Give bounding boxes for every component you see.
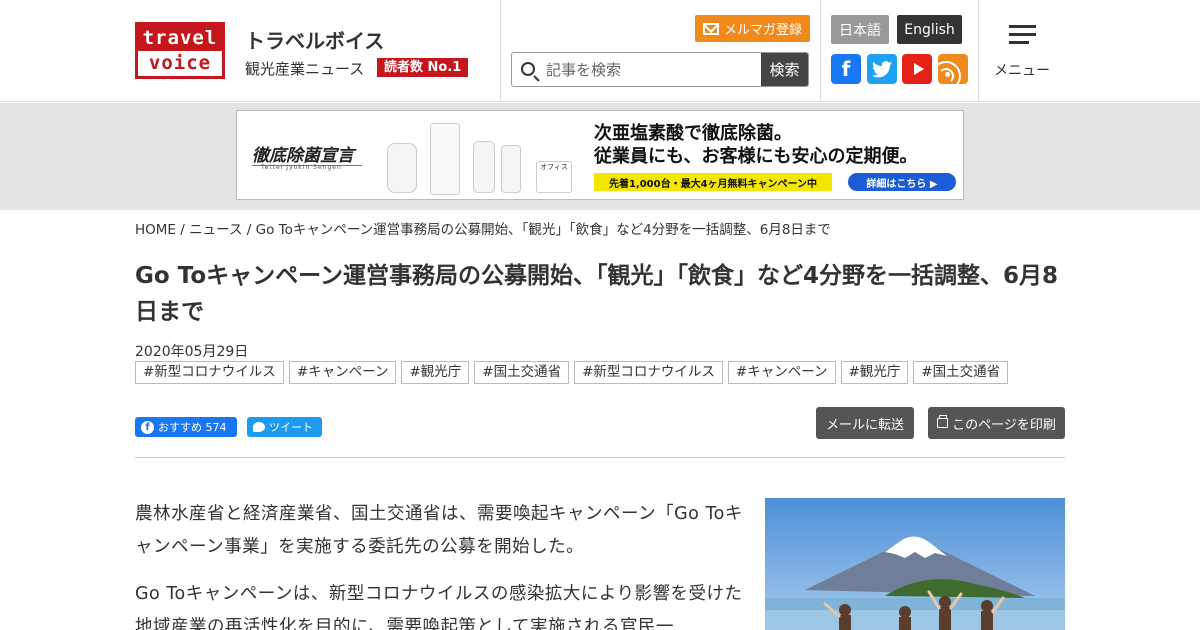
mount-fuji-photo: [765, 498, 1065, 630]
logo-bottom-text: voice: [148, 52, 212, 74]
tag[interactable]: #新型コロナウイルス: [135, 361, 284, 384]
facebook-recommend-button[interactable]: f おすすめ 574: [135, 417, 237, 437]
print-page-button[interactable]: このページを印刷: [928, 407, 1065, 439]
product-humidifier: [387, 143, 417, 193]
lang-japanese-button[interactable]: 日本語: [831, 15, 889, 44]
printer-icon: [937, 415, 949, 428]
breadcrumb-current: Go Toキャンペーン運営事務局の公募開始、「観光」「飲食」など4分野を一括調整…: [255, 222, 831, 238]
ad-area: 徹底除菌宣言 Tettei Jyokin Sengen オフィス 次亜塩素酸で徹…: [0, 103, 1200, 210]
breadcrumb: HOME / ニュース / Go Toキャンペーン運営事務局の公募開始、「観光」…: [135, 218, 831, 238]
breadcrumb-separator: /: [246, 222, 252, 238]
article-title: Go Toキャンペーン運営事務局の公募開始、「観光」「飲食」など4分野を一括調整…: [135, 263, 1058, 325]
ad-brand: 徹底除菌宣言: [252, 146, 354, 166]
tag[interactable]: #新型コロナウイルス: [574, 361, 723, 384]
site-header: travel voice トラベルボイス 観光産業ニュース 読者数 No.1 メ…: [0, 0, 1200, 102]
facebook-recommend-label: おすすめ 574: [158, 421, 227, 434]
print-label: このページを印刷: [952, 417, 1056, 433]
tag-list: #新型コロナウイルス #キャンペーン #観光庁 #国土交通省 #新型コロナウイル…: [135, 361, 1009, 384]
tag[interactable]: #観光庁: [840, 361, 909, 384]
rss-icon[interactable]: [931, 54, 968, 91]
breadcrumb-home[interactable]: HOME: [135, 222, 176, 238]
header-divider: [820, 0, 821, 102]
article-photo: [765, 498, 1065, 630]
search-input[interactable]: [546, 53, 761, 86]
tag[interactable]: #国土交通省: [474, 361, 570, 384]
ad-banner[interactable]: 徹底除菌宣言 Tettei Jyokin Sengen オフィス 次亜塩素酸で徹…: [236, 110, 964, 200]
site-logo[interactable]: travel voice: [135, 22, 225, 79]
ad-campaign-label: 先着1,000台・最大4ヶ月無料キャンペーン中: [594, 173, 832, 191]
section-divider: [135, 457, 1065, 458]
tweet-label: ツイート: [269, 421, 313, 434]
newsletter-button[interactable]: メルマガ登録: [695, 15, 810, 42]
logo-top-text: travel: [138, 25, 222, 51]
tag[interactable]: #国土交通省: [913, 361, 1009, 384]
ad-brand-sub: Tettei Jyokin Sengen: [261, 164, 342, 171]
product-pouch: [473, 141, 495, 193]
tweet-button[interactable]: ツイート: [247, 417, 322, 437]
facebook-icon[interactable]: f: [831, 54, 861, 84]
product-box: オフィス: [536, 161, 572, 193]
readers-badge: 読者数 No.1: [377, 58, 469, 77]
ad-headline-2: 従業員にも、お客様にも安心の定期便。: [594, 146, 918, 167]
twitter-icon: [253, 422, 265, 432]
tag[interactable]: #キャンペーン: [727, 361, 836, 384]
header-divider: [500, 0, 501, 102]
twitter-icon[interactable]: [867, 54, 897, 84]
product-bottle: [501, 145, 521, 193]
product-dispenser: [430, 123, 460, 195]
rss-symbol: [931, 61, 961, 91]
article-body: 農林水産省と経済産業省、国土交通省は、需要喚起キャンペーン「Go Toキャンペー…: [135, 498, 747, 630]
menu-label[interactable]: メニュー: [994, 60, 1050, 80]
article-paragraph: Go Toキャンペーンは、新型コロナウイルスの感染拡大により影響を受けた地域産業…: [135, 584, 743, 630]
tag[interactable]: #観光庁: [401, 361, 470, 384]
newsletter-label: メルマガ登録: [723, 23, 802, 38]
search-icon: [521, 62, 535, 76]
lang-english-button[interactable]: English: [897, 15, 962, 44]
twitter-bird-icon: [872, 60, 892, 77]
breadcrumb-news[interactable]: ニュース: [189, 222, 242, 238]
header-divider: [978, 0, 979, 102]
site-name[interactable]: トラベルボイス: [245, 25, 384, 54]
site-tagline: 観光産業ニュース: [245, 60, 365, 78]
email-forward-button[interactable]: メールに転送: [816, 407, 914, 439]
search-box: 検索: [511, 52, 809, 87]
breadcrumb-separator: /: [180, 222, 185, 238]
youtube-icon[interactable]: [902, 54, 932, 84]
facebook-icon: f: [141, 420, 154, 434]
article-date: 2020年05月29日: [135, 344, 249, 360]
mail-icon: [702, 22, 719, 35]
search-button[interactable]: 検索: [761, 53, 808, 86]
ad-details-button[interactable]: 詳細はこちら ▶: [848, 173, 956, 191]
tag[interactable]: #キャンペーン: [288, 361, 397, 384]
hamburger-menu-icon[interactable]: [1009, 25, 1036, 45]
article-paragraph: 農林水産省と経済産業省、国土交通省は、需要喚起キャンペーン「Go Toキャンペー…: [135, 504, 743, 557]
play-icon: [913, 63, 924, 75]
